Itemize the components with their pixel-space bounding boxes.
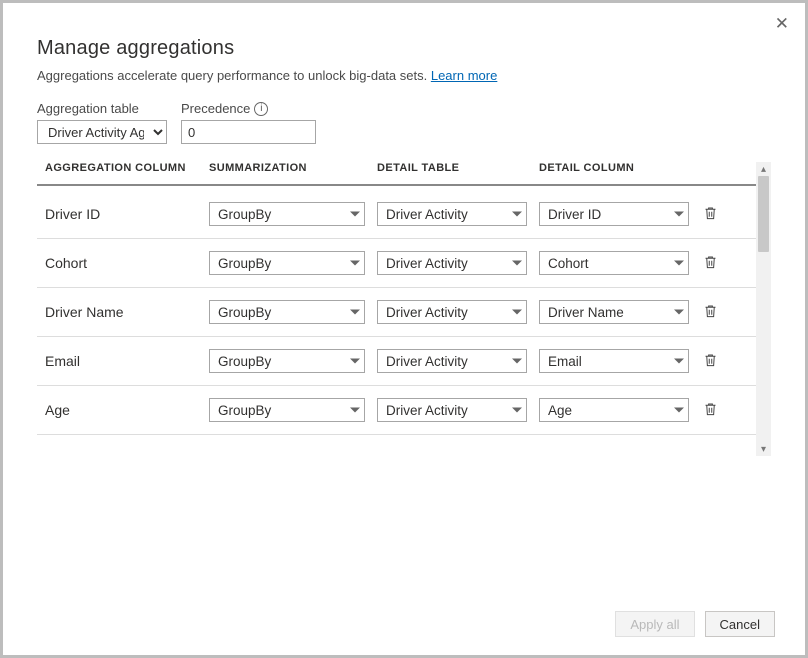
chevron-down-icon bbox=[512, 359, 522, 364]
chevron-down-icon bbox=[512, 212, 522, 217]
delete-row-button[interactable] bbox=[699, 254, 721, 273]
header-aggregation-column: AGGREGATION COLUMN bbox=[45, 162, 209, 174]
chevron-down-icon bbox=[512, 310, 522, 315]
chevron-down-icon bbox=[512, 408, 522, 413]
close-icon[interactable]: ✕ bbox=[775, 15, 789, 32]
aggregation-column-value: Driver ID bbox=[45, 206, 209, 222]
table-row: CohortGroupByDriver ActivityCohort bbox=[37, 239, 756, 288]
aggregation-column-value: Driver Name bbox=[45, 304, 209, 320]
chevron-down-icon bbox=[350, 408, 360, 413]
trash-icon bbox=[703, 254, 718, 273]
dialog-subtitle: Aggregations accelerate query performanc… bbox=[37, 68, 771, 83]
detail-table-dropdown[interactable]: Driver Activity bbox=[377, 300, 527, 324]
detail-table-dropdown[interactable]: Driver Activity bbox=[377, 349, 527, 373]
chevron-down-icon bbox=[350, 212, 360, 217]
subtitle-text: Aggregations accelerate query performanc… bbox=[37, 68, 431, 83]
chevron-down-icon bbox=[674, 359, 684, 364]
scroll-up-icon[interactable]: ▴ bbox=[756, 162, 771, 176]
aggregation-column-value: Age bbox=[45, 402, 209, 418]
detail-column-dropdown[interactable]: Driver Name bbox=[539, 300, 689, 324]
chevron-down-icon bbox=[350, 261, 360, 266]
learn-more-link[interactable]: Learn more bbox=[431, 68, 497, 83]
chevron-down-icon bbox=[674, 212, 684, 217]
aggregation-table-select[interactable]: Driver Activity Agg bbox=[37, 120, 167, 144]
scroll-down-icon[interactable]: ▾ bbox=[756, 442, 771, 456]
aggregation-grid-wrap: AGGREGATION COLUMN SUMMARIZATION DETAIL … bbox=[37, 162, 771, 456]
dialog-title: Manage aggregations bbox=[37, 37, 771, 60]
aggregation-table-field: Aggregation table Driver Activity Agg bbox=[37, 101, 167, 144]
delete-row-button[interactable] bbox=[699, 352, 721, 371]
summarization-dropdown[interactable]: GroupBy bbox=[209, 398, 365, 422]
table-row: Driver IDGroupByDriver ActivityDriver ID bbox=[37, 190, 756, 239]
trash-icon bbox=[703, 401, 718, 420]
table-row: AgeGroupByDriver ActivityAge bbox=[37, 386, 756, 435]
detail-table-dropdown[interactable]: Driver Activity bbox=[377, 251, 527, 275]
detail-table-dropdown[interactable]: Driver Activity bbox=[377, 398, 527, 422]
header-detail-column: DETAIL COLUMN bbox=[539, 162, 707, 174]
chevron-down-icon bbox=[350, 359, 360, 364]
summarization-dropdown[interactable]: GroupBy bbox=[209, 300, 365, 324]
aggregation-grid: AGGREGATION COLUMN SUMMARIZATION DETAIL … bbox=[37, 162, 756, 456]
detail-column-dropdown[interactable]: Cohort bbox=[539, 251, 689, 275]
detail-column-dropdown[interactable]: Age bbox=[539, 398, 689, 422]
manage-aggregations-dialog: ✕ Manage aggregations Aggregations accel… bbox=[3, 3, 805, 655]
summarization-dropdown[interactable]: GroupBy bbox=[209, 349, 365, 373]
header-summarization: SUMMARIZATION bbox=[209, 162, 377, 174]
detail-column-dropdown[interactable]: Email bbox=[539, 349, 689, 373]
header-detail-table: DETAIL TABLE bbox=[377, 162, 539, 174]
delete-row-button[interactable] bbox=[699, 401, 721, 420]
chevron-down-icon bbox=[350, 310, 360, 315]
summarization-dropdown[interactable]: GroupBy bbox=[209, 251, 365, 275]
trash-icon bbox=[703, 303, 718, 322]
grid-header-row: AGGREGATION COLUMN SUMMARIZATION DETAIL … bbox=[37, 162, 756, 186]
dialog-footer: Apply all Cancel bbox=[615, 611, 775, 637]
summarization-dropdown[interactable]: GroupBy bbox=[209, 202, 365, 226]
chevron-down-icon bbox=[674, 261, 684, 266]
chevron-down-icon bbox=[674, 408, 684, 413]
table-row: EmailGroupByDriver ActivityEmail bbox=[37, 337, 756, 386]
chevron-down-icon bbox=[512, 261, 522, 266]
apply-all-button[interactable]: Apply all bbox=[615, 611, 694, 637]
grid-scrollbar[interactable]: ▴ ▾ bbox=[756, 162, 771, 456]
delete-row-button[interactable] bbox=[699, 303, 721, 322]
chevron-down-icon bbox=[674, 310, 684, 315]
detail-table-dropdown[interactable]: Driver Activity bbox=[377, 202, 527, 226]
aggregation-table-label: Aggregation table bbox=[37, 101, 167, 116]
info-icon[interactable]: i bbox=[254, 102, 268, 116]
controls-row: Aggregation table Driver Activity Agg Pr… bbox=[37, 101, 771, 144]
table-row: Driver NameGroupByDriver ActivityDriver … bbox=[37, 288, 756, 337]
trash-icon bbox=[703, 205, 718, 224]
detail-column-dropdown[interactable]: Driver ID bbox=[539, 202, 689, 226]
delete-row-button[interactable] bbox=[699, 205, 721, 224]
scrollbar-thumb[interactable] bbox=[758, 176, 769, 252]
aggregation-column-value: Cohort bbox=[45, 255, 209, 271]
precedence-field: Precedence i bbox=[181, 101, 316, 144]
trash-icon bbox=[703, 352, 718, 371]
precedence-input[interactable] bbox=[181, 120, 316, 144]
precedence-label: Precedence i bbox=[181, 101, 316, 116]
aggregation-column-value: Email bbox=[45, 353, 209, 369]
cancel-button[interactable]: Cancel bbox=[705, 611, 775, 637]
